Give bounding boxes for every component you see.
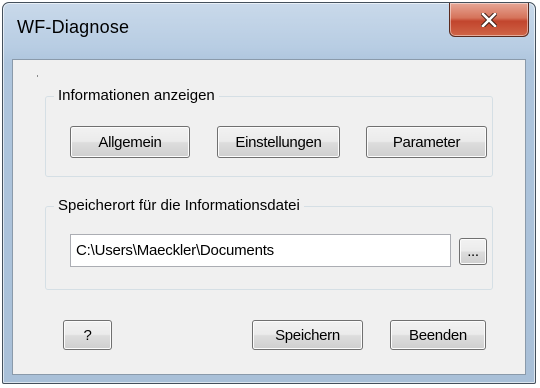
save-button[interactable]: Speichern xyxy=(252,320,363,350)
dialog-window: WF-Diagnose Informationen anzeigen Allge… xyxy=(2,2,536,384)
general-button-label: Allgemein xyxy=(98,133,162,151)
exit-button[interactable]: Beenden xyxy=(390,320,486,350)
general-button[interactable]: Allgemein xyxy=(70,126,190,158)
close-button[interactable] xyxy=(449,3,529,37)
browse-button-label: ... xyxy=(467,243,479,260)
close-icon xyxy=(481,12,497,27)
path-field[interactable]: C:\Users\Maeckler\Documents xyxy=(70,234,451,267)
info-group-legend: Informationen anzeigen xyxy=(54,87,219,104)
browse-button[interactable]: ... xyxy=(459,238,487,265)
help-button-label: ? xyxy=(83,326,92,344)
divider xyxy=(37,75,38,77)
help-button[interactable]: ? xyxy=(63,320,112,350)
parameters-button[interactable]: Parameter xyxy=(366,126,487,158)
parameters-button-label: Parameter xyxy=(392,133,461,151)
save-button-label: Speichern xyxy=(275,326,340,344)
settings-button[interactable]: Einstellungen xyxy=(217,126,340,158)
path-group-legend: Speicherort für die Informationsdatei xyxy=(54,197,304,214)
exit-button-label: Beenden xyxy=(409,326,467,344)
window-title: WF-Diagnose xyxy=(17,17,130,37)
dialog-body: Informationen anzeigen Allgemein Einstel… xyxy=(12,59,526,375)
settings-button-label: Einstellungen xyxy=(235,133,322,151)
